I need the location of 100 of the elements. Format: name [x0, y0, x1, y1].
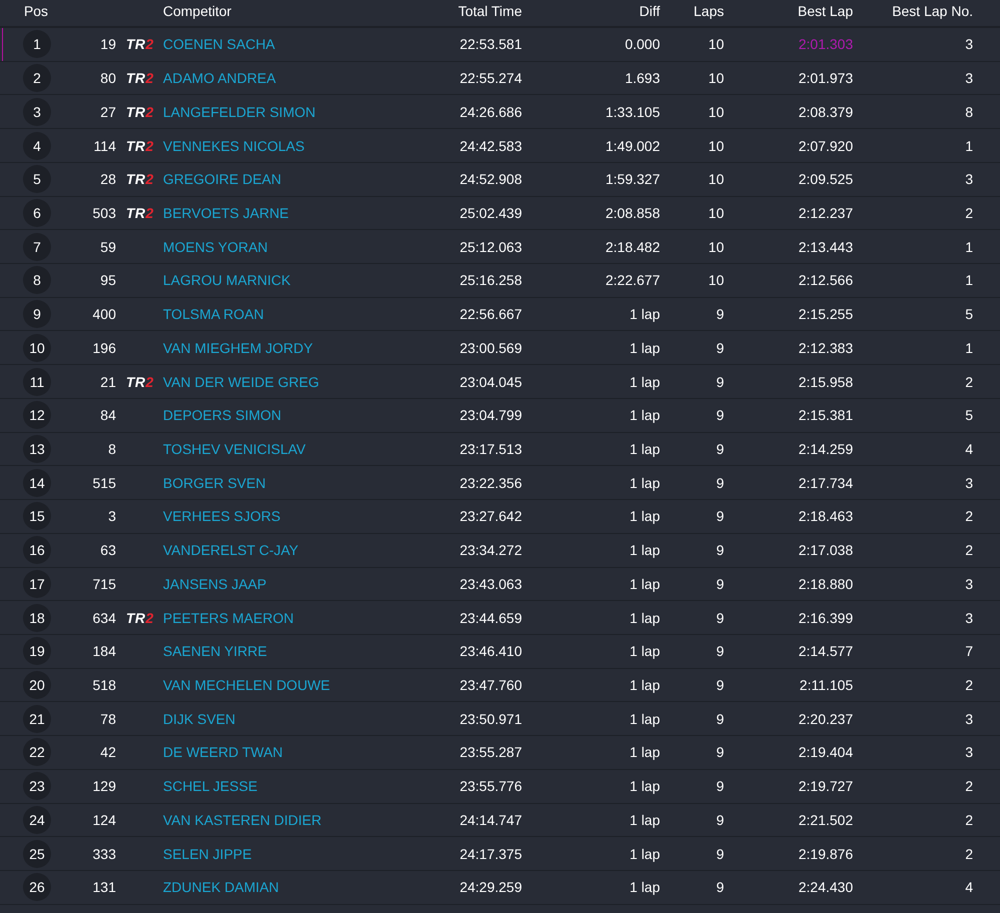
gap-to-leader: 1 lap — [628, 879, 660, 896]
class-logo: TR2 — [126, 610, 154, 626]
gap-to-leader: 1:59.327 — [604, 171, 660, 188]
competitor-name[interactable]: VAN DER WEIDE GREG — [163, 374, 440, 390]
competitor-name[interactable]: DIJK SVEN — [163, 710, 440, 727]
competitor-name[interactable]: BORGER SVEN — [163, 474, 440, 491]
competitor-name[interactable]: VAN MIEGHEM JORDY — [163, 340, 440, 356]
competitor-name[interactable]: COENEN SACHA — [163, 36, 440, 52]
gap-to-leader: 2:22.677 — [604, 272, 660, 288]
column-header: Laps — [692, 2, 724, 19]
gap-to-leader: 2:08.858 — [604, 204, 660, 221]
car-number: 184 — [92, 643, 116, 660]
gap-to-leader: 1:49.002 — [604, 138, 660, 154]
competitor-name[interactable]: SAENEN YIRRE — [163, 643, 440, 660]
position-badge: 22 — [23, 738, 51, 766]
class-logo: TR2 — [126, 138, 154, 154]
best-lap-time: 2:18.463 — [798, 508, 853, 524]
car-number: 19 — [99, 36, 116, 52]
position-badge: 19 — [23, 637, 51, 666]
position-badge: 7 — [23, 232, 51, 261]
competitor-name[interactable]: GREGOIRE DEAN — [163, 171, 440, 188]
total-time: 23:44.659 — [458, 610, 522, 626]
best-lap-time: 2:12.566 — [798, 272, 853, 288]
best-lap-number: 3 — [964, 36, 973, 52]
best-lap-number: 1 — [964, 138, 973, 154]
total-time: 23:50.971 — [458, 710, 522, 727]
gap-to-leader: 1 lap — [628, 710, 660, 727]
gap-to-leader: 1 lap — [628, 374, 660, 390]
best-lap-number: 4 — [964, 440, 973, 457]
competitor-name[interactable]: VENNEKES NICOLAS — [163, 138, 440, 154]
total-time: 24:17.375 — [458, 846, 522, 862]
competitor-name[interactable]: LAGROU MARNICK — [163, 272, 440, 288]
lap-count: 9 — [715, 778, 724, 794]
competitor-name[interactable]: ADAMO ANDREA — [163, 70, 440, 86]
car-number: 84 — [99, 407, 116, 424]
competitor-name[interactable]: TOLSMA ROAN — [163, 306, 440, 322]
competitor-name[interactable]: VANDERELST C-JAY — [163, 542, 440, 558]
car-number: 515 — [92, 474, 116, 491]
position-badge: 24 — [23, 806, 51, 834]
gap-to-leader: 1 lap — [628, 306, 660, 322]
position-badge: 4 — [23, 132, 51, 160]
competitor-name[interactable]: LANGEFELDER SIMON — [163, 104, 440, 120]
best-lap-number: 2 — [964, 812, 973, 828]
gap-to-leader: 1:33.105 — [604, 104, 660, 120]
competitor-name[interactable]: DE WEERD TWAN — [163, 744, 440, 760]
total-time: 25:02.439 — [458, 204, 522, 221]
total-time: 24:52.908 — [458, 171, 522, 188]
lap-count: 9 — [715, 407, 724, 424]
lap-count: 10 — [707, 138, 724, 154]
best-lap-number: 2 — [964, 204, 973, 221]
competitor-name[interactable]: VAN KASTEREN DIDIER — [163, 812, 440, 828]
competitor-name[interactable]: TOSHEV VENICISLAV — [163, 440, 440, 457]
best-lap-time: 2:15.381 — [798, 407, 853, 424]
competitor-name[interactable]: JANSENS JAAP — [163, 576, 440, 592]
car-number: 196 — [92, 340, 116, 356]
total-time: 25:12.063 — [458, 238, 522, 255]
best-lap-number: 2 — [964, 374, 973, 390]
car-number: 78 — [99, 710, 116, 727]
lap-count: 9 — [715, 643, 724, 660]
competitor-name[interactable]: BERVOETS JARNE — [163, 204, 440, 221]
competitor-name[interactable]: SELEN JIPPE — [163, 846, 440, 862]
best-lap-number: 7 — [964, 643, 973, 660]
gap-to-leader: 1 lap — [628, 610, 660, 626]
total-time: 23:04.799 — [458, 407, 522, 424]
car-number: 42 — [99, 744, 116, 760]
car-number: 59 — [99, 238, 116, 255]
position-badge: 11 — [23, 368, 51, 396]
best-lap-number: 4 — [964, 879, 973, 896]
position-badge: 15 — [23, 502, 51, 530]
lap-count: 9 — [715, 576, 724, 592]
position-badge: 17 — [23, 570, 51, 598]
competitor-name[interactable]: DEPOERS SIMON — [163, 407, 440, 424]
total-time: 22:56.667 — [458, 306, 522, 322]
total-time: 24:26.686 — [458, 104, 522, 120]
class-logo: TR2 — [126, 70, 154, 86]
total-time: 22:53.581 — [458, 36, 522, 52]
lap-count: 10 — [707, 272, 724, 288]
competitor-name[interactable]: VAN MECHELEN DOUWE — [163, 677, 440, 694]
best-lap-time: 2:07.920 — [798, 138, 853, 154]
total-time: 24:42.583 — [458, 138, 522, 154]
class-logo: TR2 — [126, 104, 154, 120]
position-badge: 1 — [23, 30, 51, 58]
competitor-name[interactable]: PEETERS MAERON — [163, 610, 440, 626]
best-lap-time: 2:12.383 — [798, 340, 853, 356]
best-lap-number: 3 — [964, 710, 973, 727]
total-time: 22:55.274 — [458, 70, 522, 86]
total-time: 23:27.642 — [458, 508, 522, 524]
gap-to-leader: 1 lap — [628, 340, 660, 356]
position-badge: 16 — [23, 536, 51, 564]
competitor-name[interactable]: ZDUNEK DAMIAN — [163, 879, 440, 896]
competitor-name[interactable]: VERHEES SJORS — [163, 508, 440, 524]
best-lap-time: 2:19.404 — [798, 744, 853, 760]
gap-to-leader: 1 lap — [628, 643, 660, 660]
position-badge: 20 — [23, 671, 51, 700]
position-badge: 12 — [23, 401, 51, 430]
competitor-name[interactable]: SCHEL JESSE — [163, 778, 440, 794]
best-lap-time: 2:13.443 — [798, 238, 853, 255]
competitor-name[interactable]: MOENS YORAN — [163, 238, 440, 255]
best-lap-time: 2:17.038 — [798, 542, 853, 558]
lap-count: 10 — [707, 238, 724, 255]
